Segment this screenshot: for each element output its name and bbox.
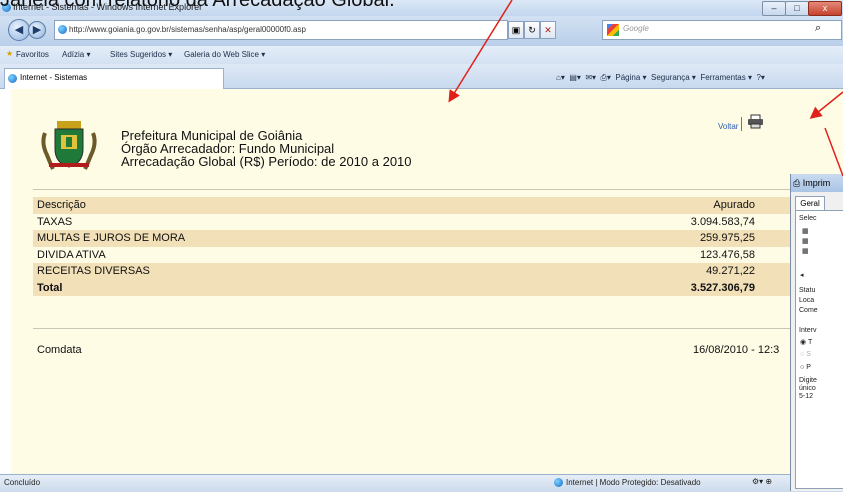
caption: Janela com relatório da Arrecadação Glob… (0, 0, 395, 11)
arrow-to-content (448, 0, 513, 103)
arrow-to-printer (809, 91, 843, 119)
arrow-to-dialog (824, 127, 843, 177)
annotation-arrows (448, 0, 843, 177)
browser-window: Internet - Sistemas - Windows Internet E… (0, 0, 843, 492)
